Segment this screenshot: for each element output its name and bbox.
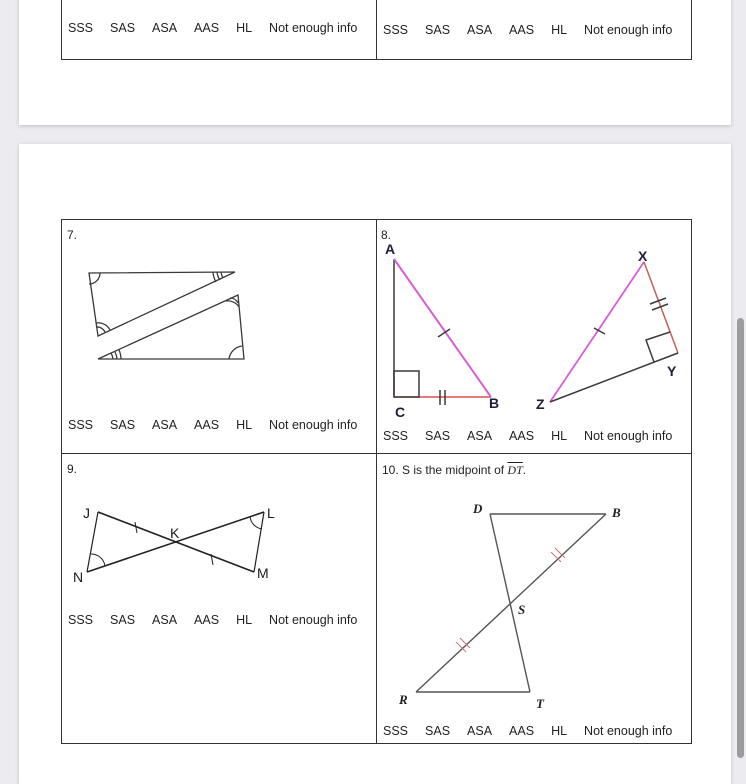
choice-aas[interactable]: AAS bbox=[194, 418, 219, 432]
choice-hl[interactable]: HL bbox=[551, 724, 567, 738]
choice-asa[interactable]: ASA bbox=[152, 418, 177, 432]
segment-br bbox=[415, 513, 607, 693]
angle-arc-single bbox=[228, 345, 243, 360]
vertex-label-a: A bbox=[385, 241, 395, 257]
choice-asa[interactable]: ASA bbox=[152, 613, 177, 627]
vertex-label-c: C bbox=[395, 404, 405, 420]
choice-not-enough-info[interactable]: Not enough info bbox=[269, 613, 357, 627]
vertex-label-b: B bbox=[611, 505, 621, 520]
answer-choices: SSS SAS ASA AAS HL Not enough info bbox=[68, 613, 357, 627]
vertex-label-m: M bbox=[257, 565, 269, 581]
right-angle-marker bbox=[393, 370, 420, 398]
vertex-label-j: J bbox=[83, 505, 90, 521]
scrollbar-thumb[interactable] bbox=[737, 318, 744, 758]
choice-not-enough-info[interactable]: Not enough info bbox=[584, 429, 672, 443]
vertex-label-s: S bbox=[518, 602, 525, 617]
choice-hl[interactable]: HL bbox=[551, 23, 567, 37]
vertex-label-n: N bbox=[73, 569, 83, 585]
choice-hl[interactable]: HL bbox=[236, 613, 252, 627]
vertex-label-x: X bbox=[638, 248, 648, 264]
problem-cell-5: SSS SAS ASA AAS HL Not enough info bbox=[61, 0, 377, 60]
angle-arc-triple bbox=[220, 271, 224, 279]
segment-xz bbox=[549, 261, 645, 403]
answer-choices: SSS SAS ASA AAS HL Not enough info bbox=[383, 429, 672, 443]
problem-cell-9: 9. J K L M N SSS SAS ASA AAS HL Not enou… bbox=[61, 453, 377, 744]
choice-asa[interactable]: ASA bbox=[467, 724, 492, 738]
choice-sas[interactable]: SAS bbox=[425, 23, 450, 37]
choice-hl[interactable]: HL bbox=[236, 418, 252, 432]
choice-not-enough-info[interactable]: Not enough info bbox=[269, 418, 357, 432]
choice-not-enough-info[interactable]: Not enough info bbox=[584, 23, 672, 37]
choice-sas[interactable]: SAS bbox=[110, 418, 135, 432]
choice-aas[interactable]: AAS bbox=[509, 429, 534, 443]
vertex-label-b: B bbox=[489, 395, 499, 411]
vertex-label-d: D bbox=[472, 501, 483, 516]
choice-sss[interactable]: SSS bbox=[68, 613, 93, 627]
angle-arc-l bbox=[249, 515, 263, 530]
choice-sas[interactable]: SAS bbox=[110, 613, 135, 627]
choice-sas[interactable]: SAS bbox=[110, 21, 135, 35]
problem-cell-7: 7. SSS SAS ASA AAS HL Not enough info bbox=[61, 219, 377, 454]
angle-arc-triple bbox=[110, 352, 114, 360]
worksheet-table: 7. SSS SAS ASA AAS HL Not enough info 8.… bbox=[61, 219, 692, 744]
answer-choices: SSS SAS ASA AAS HL Not enough info bbox=[68, 21, 357, 35]
choice-sas[interactable]: SAS bbox=[425, 724, 450, 738]
problem-cell-8: 8. A C B X Y Z SSS SAS ASA AAS HL Not en… bbox=[376, 219, 692, 454]
choice-sss[interactable]: SSS bbox=[383, 23, 408, 37]
triangle-top bbox=[88, 271, 236, 337]
segment-ab bbox=[393, 258, 492, 398]
choice-hl[interactable]: HL bbox=[551, 429, 567, 443]
segment-lm bbox=[253, 511, 265, 573]
vertex-label-l: L bbox=[267, 505, 275, 521]
choice-aas[interactable]: AAS bbox=[194, 21, 219, 35]
figure-bowtie-triangles: J K L M N bbox=[73, 505, 275, 585]
choice-asa[interactable]: ASA bbox=[467, 429, 492, 443]
choice-aas[interactable]: AAS bbox=[509, 23, 534, 37]
vertex-label-y: Y bbox=[667, 363, 677, 379]
choice-not-enough-info[interactable]: Not enough info bbox=[584, 724, 672, 738]
choice-sss[interactable]: SSS bbox=[383, 724, 408, 738]
choice-asa[interactable]: ASA bbox=[152, 21, 177, 35]
choice-sss[interactable]: SSS bbox=[383, 429, 408, 443]
choice-sas[interactable]: SAS bbox=[425, 429, 450, 443]
problem-cell-10: 10. S is the midpoint of DT. D B S R T S… bbox=[376, 453, 692, 744]
vertex-label-t: T bbox=[536, 696, 545, 711]
choice-sss[interactable]: SSS bbox=[68, 21, 93, 35]
choice-hl[interactable]: HL bbox=[236, 21, 252, 35]
answer-choices: SSS SAS ASA AAS HL Not enough info bbox=[383, 23, 672, 37]
tick-double-rs bbox=[455, 637, 471, 653]
worksheet-table-previous: SSS SAS ASA AAS HL Not enough info SSS S… bbox=[61, 0, 692, 60]
segment-zy bbox=[549, 352, 679, 403]
angle-arc-n bbox=[90, 553, 106, 567]
vertex-label-r: R bbox=[398, 692, 408, 707]
segment-nl bbox=[86, 511, 265, 573]
segment-jn bbox=[86, 511, 99, 573]
problem-cell-6: SSS SAS ASA AAS HL Not enough info bbox=[376, 0, 692, 60]
choice-not-enough-info[interactable]: Not enough info bbox=[269, 21, 357, 35]
figure-right-triangles: A C B X Y Z bbox=[385, 241, 679, 420]
choice-aas[interactable]: AAS bbox=[509, 724, 534, 738]
vertex-label-z: Z bbox=[536, 396, 545, 412]
choice-aas[interactable]: AAS bbox=[194, 613, 219, 627]
figure-midpoint-triangles: D B S R T bbox=[398, 501, 621, 711]
choice-asa[interactable]: ASA bbox=[467, 23, 492, 37]
vertex-label-k: K bbox=[170, 525, 180, 541]
triangle-bottom bbox=[97, 294, 245, 360]
answer-choices: SSS SAS ASA AAS HL Not enough info bbox=[383, 724, 672, 738]
answer-choices: SSS SAS ASA AAS HL Not enough info bbox=[68, 418, 357, 432]
choice-sss[interactable]: SSS bbox=[68, 418, 93, 432]
